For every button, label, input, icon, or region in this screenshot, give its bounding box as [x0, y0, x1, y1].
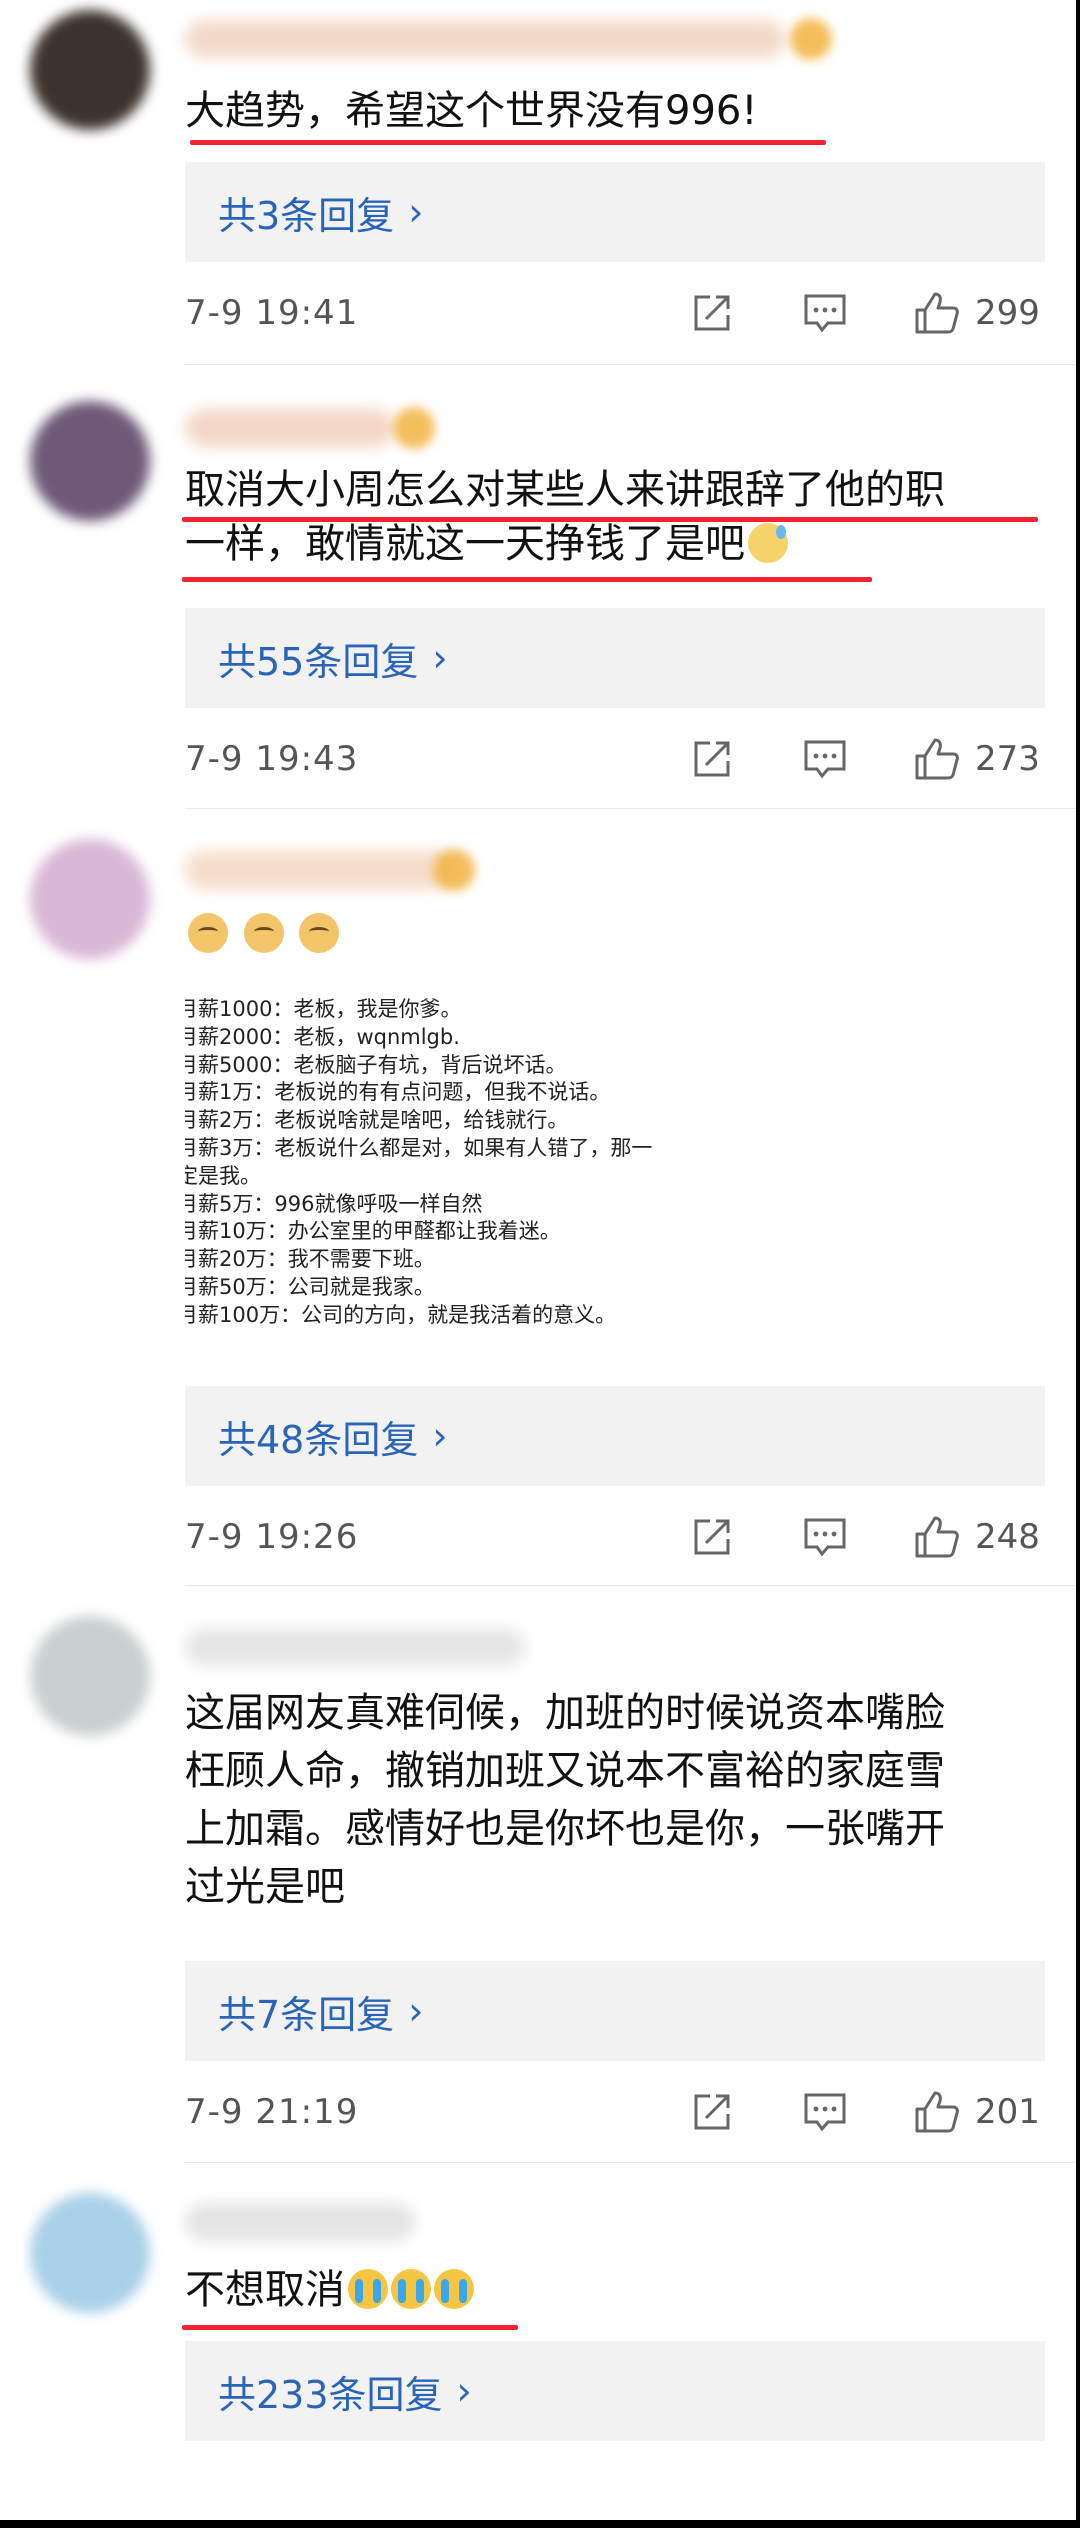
highlight-underline: [182, 517, 1038, 522]
timestamp: 7-9 21:19: [185, 2092, 359, 2132]
avatar[interactable]: [30, 1616, 150, 1736]
like-button[interactable]: 299: [913, 288, 1040, 338]
verified-badge-icon: [393, 407, 435, 449]
share-icon[interactable]: [690, 1512, 734, 1562]
comment-icon[interactable]: [802, 1512, 848, 1562]
share-icon[interactable]: [690, 2087, 734, 2137]
username-blurred[interactable]: [185, 409, 395, 447]
comment-icon[interactable]: [802, 734, 848, 784]
sweat-emoji-icon: [748, 523, 788, 563]
like-count: 201: [975, 2092, 1040, 2132]
comment-icon[interactable]: [802, 2087, 848, 2137]
comment-meta: 7-9 21:19 201: [185, 2087, 1045, 2137]
username-blurred[interactable]: [185, 20, 785, 58]
divider: [185, 808, 1076, 809]
share-icon[interactable]: [690, 734, 734, 784]
thumbs-up-icon: [915, 738, 959, 780]
comment-text: 这届网友真难伺候，加班的时候说资本嘴脸 枉顾人命，撤销加班又说本不富裕的家庭雪 …: [185, 1690, 945, 1910]
comment-text: [185, 907, 1045, 961]
doge-emoji-icon: [188, 913, 228, 953]
comment-list: 大趋势，希望这个世界没有996! 共3条回复 › 7-9 19:41 299 取消…: [0, 0, 1076, 2520]
crying-emoji-icon: [348, 2269, 388, 2309]
chevron-right-icon: ›: [456, 2369, 472, 2413]
avatar[interactable]: [30, 10, 150, 130]
crying-emoji-icon: [391, 2269, 431, 2309]
divider: [185, 364, 1076, 365]
verified-badge-icon: [433, 849, 475, 891]
like-count: 273: [975, 739, 1040, 779]
attached-image-salary-text[interactable]: 月薪1000：老板，我是你爹。 月薪2000：老板，wqnmlgb. 月薪500…: [185, 996, 745, 1330]
view-replies-button[interactable]: 共7条回复 ›: [185, 1961, 1045, 2061]
like-button[interactable]: 273: [913, 734, 1040, 784]
chevron-right-icon: ›: [432, 636, 448, 680]
username-blurred[interactable]: [185, 1628, 525, 1666]
timestamp: 7-9 19:26: [185, 1517, 359, 1557]
verified-badge-icon: [790, 18, 832, 60]
chevron-right-icon: ›: [408, 1989, 424, 2033]
divider: [185, 2162, 1076, 2163]
thumbs-up-icon: [915, 2091, 959, 2133]
share-icon[interactable]: [690, 288, 734, 338]
doge-emoji-icon: [299, 913, 340, 953]
comment-meta: 7-9 19:26 248: [185, 1512, 1045, 1562]
highlight-underline: [182, 2325, 518, 2330]
view-replies-button[interactable]: 共233条回复 ›: [185, 2341, 1045, 2441]
like-count: 299: [975, 293, 1040, 333]
username-blurred[interactable]: [185, 851, 455, 889]
avatar[interactable]: [30, 401, 150, 521]
view-replies-button[interactable]: 共48条回复 ›: [185, 1386, 1045, 1486]
comment-text: 不想取消: [185, 2263, 1045, 2317]
view-replies-button[interactable]: 共3条回复 ›: [185, 162, 1045, 262]
highlight-underline: [190, 140, 826, 145]
like-button[interactable]: 201: [913, 2087, 1040, 2137]
chevron-right-icon: ›: [432, 1414, 448, 1458]
like-button[interactable]: 248: [913, 1512, 1040, 1562]
timestamp: 7-9 19:43: [185, 739, 359, 779]
avatar[interactable]: [30, 2193, 150, 2313]
timestamp: 7-9 19:41: [185, 293, 359, 333]
comment-meta: 7-9 19:41 299: [185, 288, 1045, 338]
comment-text: 大趋势，希望这个世界没有996!: [185, 88, 758, 134]
doge-emoji-icon: [243, 913, 284, 953]
chevron-right-icon: ›: [408, 190, 424, 234]
like-count: 248: [975, 1517, 1040, 1557]
crying-emoji-icon: [434, 2269, 474, 2309]
thumbs-up-icon: [915, 292, 959, 334]
username-blurred[interactable]: [185, 2203, 415, 2241]
comment-meta: 7-9 19:43 273: [185, 734, 1045, 784]
divider: [185, 1585, 1076, 1586]
view-replies-button[interactable]: 共55条回复 ›: [185, 608, 1045, 708]
avatar[interactable]: [30, 839, 150, 959]
comment-icon[interactable]: [802, 288, 848, 338]
highlight-underline: [182, 577, 872, 582]
thumbs-up-icon: [915, 1516, 959, 1558]
